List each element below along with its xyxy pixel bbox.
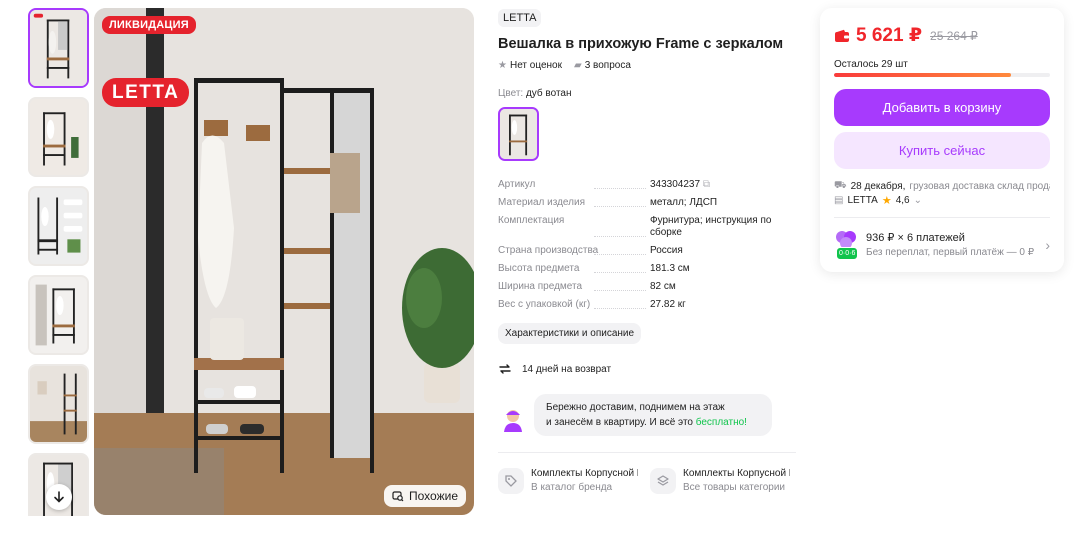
return-policy[interactable]: 14 дней на возврат (498, 362, 798, 376)
color-swatch-selected[interactable] (498, 107, 539, 161)
rating[interactable]: ★ Нет оценок (498, 60, 562, 71)
category-all-link[interactable]: Комплекты Корпусной Мебели Все товары ка… (650, 468, 790, 494)
spec-value: 27.82 кг (650, 299, 686, 310)
product-title: Вешалка в прихожую Frame с зеркалом (498, 36, 784, 52)
spec-row: Страна производства Россия (498, 245, 798, 257)
chevron-right-icon: › (1045, 237, 1050, 253)
spec-key: Артикул (498, 179, 536, 190)
star-icon: ★ (498, 60, 507, 71)
layers-icon (650, 468, 676, 494)
spec-row: Материал изделия металл; ЛДСП (498, 197, 798, 209)
rating-text: Нет оценок (509, 60, 562, 71)
delivery-line-2: и занесём в квартиру. И всё это (546, 417, 696, 428)
similar-search-icon (392, 491, 404, 502)
installment-icon: 0·0·6 (834, 229, 859, 260)
similar-label: Похожие (409, 489, 458, 503)
thumbnail-strip (28, 8, 89, 516)
spec-row: Комплектация Фурнитура; инструкция по сб… (498, 215, 798, 239)
category-title: Комплекты Корпусной Мебели (531, 468, 638, 479)
installment-description: Без переплат, первый платёж — 0 ₽ (866, 246, 1035, 258)
questions[interactable]: ▰ 3 вопроса (574, 60, 631, 71)
installment-offer[interactable]: 0·0·6 936 ₽ × 6 платежей Без переплат, п… (834, 229, 1050, 260)
spec-key: Страна производства (498, 245, 599, 256)
spec-key: Вес с упаковкой (кг) (498, 299, 591, 310)
spec-value: 343304237 (650, 179, 701, 190)
similar-button[interactable]: Похожие (384, 485, 466, 507)
stock-progress-fill (834, 73, 1012, 77)
spec-row: Высота предмета 181.3 см (498, 263, 798, 275)
price-row: 5 621 ₽ 25 264 ₽ (834, 24, 978, 47)
courier-avatar-icon (504, 410, 522, 432)
arrow-down-icon (54, 491, 64, 503)
copy-icon[interactable]: ⧉ (703, 179, 710, 190)
spec-value: Фурнитура; инструкция по сборке (650, 215, 772, 238)
product-info: LETTA Вешалка в прихожую Frame с зеркало… (498, 8, 798, 376)
spec-value: Россия (650, 245, 683, 256)
spec-key: Комплектация (498, 215, 565, 226)
category-title: Комплекты Корпусной Мебели (683, 468, 790, 479)
add-to-cart-button[interactable]: Добавить в корзину (834, 89, 1050, 126)
color-label: Цвет: (498, 88, 524, 99)
shipping-info[interactable]: ⛟ 28 декабря, грузовая доставка склад пр… (834, 180, 1050, 193)
stock-left: Осталось 29 шт (834, 59, 908, 70)
questions-text: 3 вопроса (584, 60, 631, 71)
thumbnail-4[interactable] (28, 275, 89, 355)
thumbnail-2[interactable] (28, 97, 89, 177)
installment-badge: 0·0·6 (836, 247, 859, 260)
star-icon: ★ (881, 195, 892, 207)
specs-and-description-link[interactable]: Характеристики и описание (498, 323, 642, 344)
color-value: дуб вотан (525, 88, 572, 99)
delivery-description: грузовая доставка склад продавца (909, 181, 1050, 192)
spec-key: Ширина предмета (498, 281, 583, 292)
current-price: 5 621 ₽ (856, 25, 923, 46)
spec-row: Ширина предмета 82 см (498, 281, 798, 293)
seller-name: LETTA (847, 195, 878, 206)
spec-key: Материал изделия (498, 197, 585, 208)
shop-icon: ▤ (834, 195, 844, 206)
swatch-image (500, 109, 537, 159)
delivery-bubble: Бережно доставим, поднимем на этаж и зан… (534, 394, 772, 436)
seller-rating: 4,6 (895, 195, 910, 206)
spec-value: 82 см (650, 281, 676, 292)
brand-chip[interactable]: LETTA (498, 9, 542, 27)
delivery-date: 28 декабря, (850, 181, 906, 192)
buy-now-button[interactable]: Купить сейчас (834, 132, 1050, 169)
specs-list: Артикул 343304237 ⧉ Материал изделия мет… (498, 179, 798, 311)
divider (834, 217, 1050, 218)
main-product-image[interactable]: ЛИКВИДАЦИЯ LETTA Похожие (94, 8, 474, 515)
thumbnail-3[interactable] (28, 186, 89, 266)
old-price: 25 264 ₽ (930, 28, 978, 43)
brand-catalog-link[interactable]: Комплекты Корпусной Мебели В каталог бре… (498, 468, 638, 494)
seller-info[interactable]: ▤ LETTA ★ 4,6 ⌄ (834, 194, 922, 207)
divider (498, 452, 796, 453)
spec-row: Артикул 343304237 ⧉ (498, 179, 798, 191)
thumbnail-1[interactable] (28, 8, 89, 88)
spec-row: Вес с упаковкой (кг) 27.82 кг (498, 299, 798, 311)
delivery-note: Бережно доставим, поднимем на этаж и зан… (498, 394, 798, 448)
product-meta: ★ Нет оценок ▰ 3 вопроса (498, 60, 798, 71)
category-subtitle: Все товары категории (683, 482, 786, 493)
chat-bubble-icon: ▰ (573, 60, 582, 71)
buy-box: 5 621 ₽ 25 264 ₽ Осталось 29 шт Добавить… (820, 8, 1064, 272)
category-links: Комплекты Корпусной Мебели В каталог бре… (498, 468, 798, 494)
spec-value: металл; ЛДСП (650, 197, 718, 208)
spec-key: Высота предмета (498, 263, 580, 274)
brand-logo: LETTA (102, 78, 190, 107)
chevron-down-icon: ⌄ (913, 195, 923, 206)
free-highlight: бесплатно! (695, 417, 747, 428)
return-arrows-icon (499, 364, 511, 374)
tag-icon (498, 468, 524, 494)
stock-progress-bar (834, 73, 1050, 77)
wallet-icon (835, 29, 849, 42)
category-subtitle: В каталог бренда (531, 482, 613, 493)
installment-title: 936 ₽ × 6 платежей (866, 231, 965, 244)
spec-value: 181.3 см (650, 263, 690, 274)
delivery-line-1: Бережно доставим, поднимем на этаж (546, 402, 725, 413)
liquidation-badge: ЛИКВИДАЦИЯ (102, 16, 196, 34)
thumbnails-scroll-down-button[interactable] (46, 484, 72, 510)
thumbnail-5[interactable] (28, 364, 89, 444)
truck-icon: ⛟ (834, 180, 847, 191)
color-row: Цвет: дуб вотан (498, 88, 798, 99)
return-text: 14 дней на возврат (522, 363, 612, 375)
